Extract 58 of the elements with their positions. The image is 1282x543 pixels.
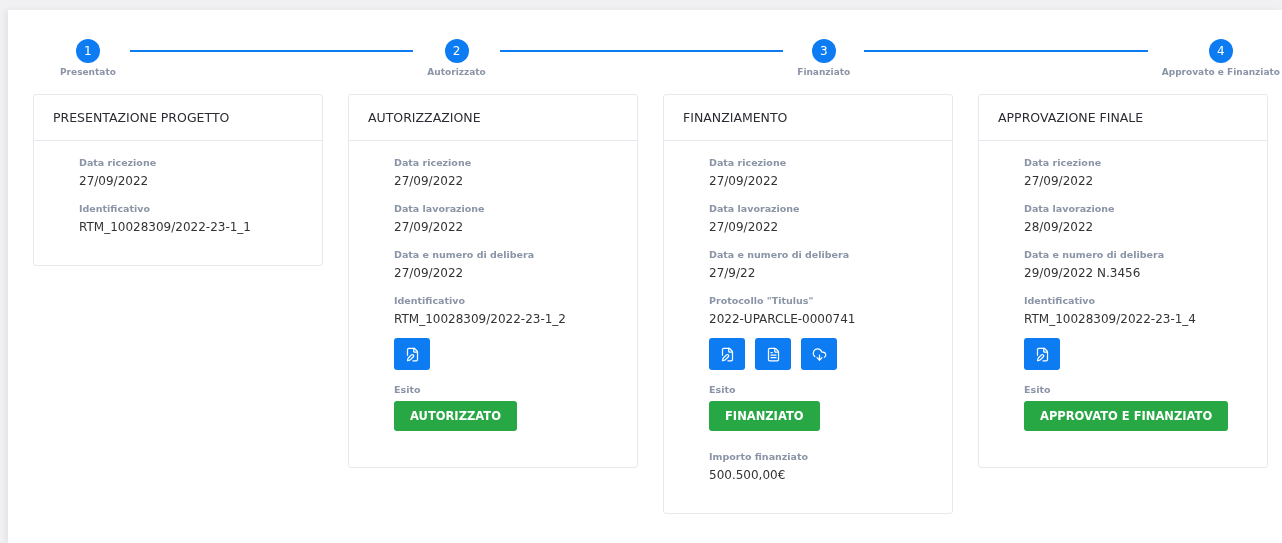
- field-label: Protocollo "Titulus": [709, 295, 814, 306]
- edit-icon: [404, 346, 420, 362]
- card-title: PRESENTAZIONE PROGETTO: [53, 110, 230, 125]
- field-label: Data ricezione: [79, 157, 157, 168]
- document-icon: [765, 346, 781, 362]
- field-value: 27/09/2022: [394, 174, 464, 188]
- field-label: Data ricezione: [1024, 157, 1102, 168]
- edit-button[interactable]: [1024, 338, 1060, 370]
- field-value: RTM_10028309/2022-23-1_1: [79, 220, 251, 234]
- field-label: Data lavorazione: [394, 203, 485, 214]
- field-label: Data ricezione: [709, 157, 787, 168]
- card-title: FINANZIAMENTO: [683, 110, 788, 125]
- step-label: Presentato: [60, 67, 116, 77]
- step-label: Autorizzato: [427, 67, 486, 77]
- step-number: 3: [811, 39, 836, 63]
- field-label: Identificativo: [1024, 295, 1095, 306]
- edit-button[interactable]: [709, 338, 745, 370]
- card-title: APPROVAZIONE FINALE: [998, 110, 1144, 125]
- field-label: Data lavorazione: [1024, 203, 1115, 214]
- field-value: 27/09/2022: [394, 220, 464, 234]
- field-value: 27/09/2022: [709, 174, 779, 188]
- field-label: Data lavorazione: [709, 203, 800, 214]
- field-label: Data e numero di delibera: [1024, 249, 1165, 260]
- cloud-download-icon: [811, 346, 827, 362]
- card-title: AUTORIZZAZIONE: [368, 110, 481, 125]
- field-value: 27/09/2022: [709, 220, 779, 234]
- field-value: 27/09/2022: [394, 266, 464, 280]
- edit-icon: [719, 346, 735, 362]
- step-number: 2: [444, 39, 469, 63]
- step-number: 1: [75, 39, 100, 63]
- field-label: Data e numero di delibera: [394, 249, 535, 260]
- field-value: RTM_10028309/2022-23-1_4: [1024, 312, 1196, 326]
- field-value: 28/09/2022: [1024, 220, 1094, 234]
- field-label: Identificativo: [394, 295, 465, 306]
- field-value: 27/9/22: [709, 266, 756, 280]
- field-label: Importo finanziato: [709, 451, 809, 462]
- field-label: Esito: [394, 384, 421, 395]
- field-value: 2022-UPARCLE-0000741: [709, 312, 856, 326]
- field-value: 27/09/2022: [1024, 174, 1094, 188]
- step-label: Approvato e Finanziato: [1161, 67, 1280, 77]
- field-value: RTM_10028309/2022-23-1_2: [394, 312, 566, 326]
- step-label: Finanziato: [797, 67, 851, 77]
- status-button[interactable]: AUTORIZZATO: [394, 401, 517, 431]
- field-label: Esito: [709, 384, 736, 395]
- status-button[interactable]: APPROVATO E FINANZIATO: [1024, 401, 1229, 431]
- document-button[interactable]: [755, 338, 791, 370]
- field-label: Esito: [1024, 384, 1051, 395]
- field-label: Data ricezione: [394, 157, 472, 168]
- download-button[interactable]: [801, 338, 837, 370]
- field-value: 500.500,00€: [709, 468, 786, 482]
- status-button[interactable]: FINANZIATO: [709, 401, 820, 431]
- edit-icon: [1034, 346, 1050, 362]
- edit-button[interactable]: [394, 338, 430, 370]
- field-value: 27/09/2022: [79, 174, 149, 188]
- field-label: Identificativo: [79, 203, 150, 214]
- step-number: 4: [1208, 39, 1233, 63]
- field-label: Data e numero di delibera: [709, 249, 850, 260]
- field-value: 29/09/2022 N.3456: [1024, 266, 1141, 280]
